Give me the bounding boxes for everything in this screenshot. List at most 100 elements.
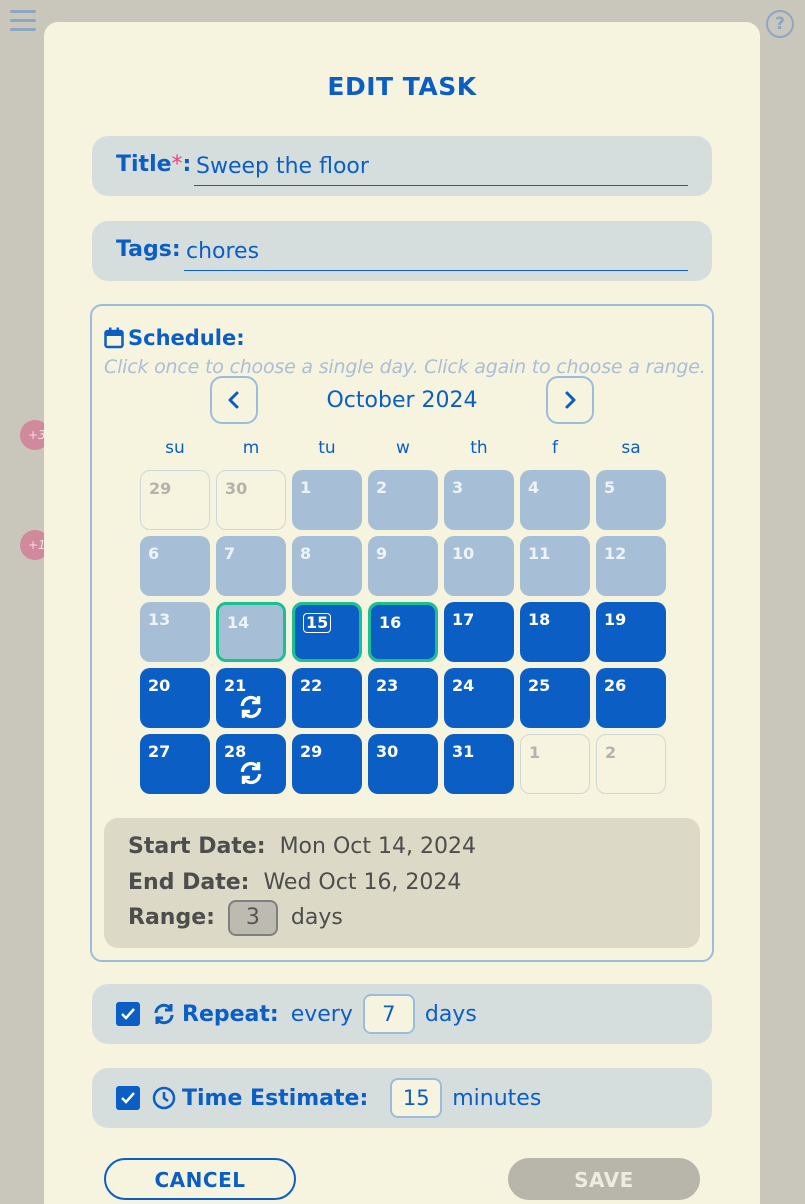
menu-icon[interactable] — [10, 10, 36, 34]
time-estimate-checkbox[interactable] — [116, 1086, 140, 1110]
calendar-day[interactable]: 6 — [140, 536, 210, 596]
calendar-day[interactable]: 15 — [292, 602, 362, 662]
schedule-title: Schedule: — [104, 326, 245, 350]
range-line: Range: 3 days — [128, 900, 343, 936]
day-number: 27 — [148, 742, 171, 761]
day-number: 5 — [604, 478, 616, 497]
calendar-day[interactable]: 11 — [520, 536, 590, 596]
title-field: Title*: — [92, 136, 712, 196]
time-estimate-unit: minutes — [452, 1085, 542, 1111]
day-number: 11 — [528, 544, 551, 563]
calendar-day[interactable]: 16 — [368, 602, 438, 662]
calendar-day[interactable]: 13 — [140, 602, 210, 662]
day-number: 2 — [605, 743, 617, 762]
calendar-day[interactable]: 17 — [444, 602, 514, 662]
calendar-day[interactable]: 23 — [368, 668, 438, 728]
calendar-day[interactable]: 24 — [444, 668, 514, 728]
day-number: 10 — [452, 544, 475, 563]
repeat-icon — [240, 695, 262, 719]
calendar-day[interactable]: 25 — [520, 668, 590, 728]
day-number: 4 — [528, 478, 540, 497]
calendar-day[interactable]: 9 — [368, 536, 438, 596]
repeat-prefix: every — [290, 1001, 353, 1027]
calendar-day[interactable]: 26 — [596, 668, 666, 728]
repeat-unit: days — [424, 1001, 477, 1027]
weekday-header: m — [242, 438, 260, 458]
calendar-day[interactable]: 8 — [292, 536, 362, 596]
calendar-day[interactable]: 1 — [520, 734, 590, 794]
help-icon[interactable]: ? — [766, 10, 794, 38]
calendar-day[interactable]: 27 — [140, 734, 210, 794]
edit-task-modal: EDIT TASK Title*: Tags: Schedule: Click … — [44, 22, 760, 1204]
time-estimate-row: Time Estimate: 15 minutes — [92, 1068, 712, 1128]
repeat-label: Repeat: — [182, 1001, 279, 1027]
calendar-day[interactable]: 29 — [140, 470, 210, 530]
day-number: 16 — [379, 613, 402, 632]
weekday-header: w — [396, 438, 410, 458]
end-date-line: End Date: Wed Oct 16, 2024 — [128, 870, 462, 895]
next-month-button[interactable] — [546, 376, 594, 424]
calendar-day[interactable]: 12 — [596, 536, 666, 596]
repeat-interval-input[interactable]: 7 — [362, 994, 415, 1034]
calendar-day[interactable]: 21 — [216, 668, 286, 728]
day-number: 31 — [452, 742, 475, 761]
calendar-day[interactable]: 2 — [596, 734, 666, 794]
title-input[interactable] — [194, 148, 688, 186]
calendar-day[interactable]: 10 — [444, 536, 514, 596]
range-summary: Start Date: Mon Oct 14, 2024 End Date: W… — [104, 818, 700, 948]
time-estimate-label: Time Estimate: — [182, 1085, 369, 1111]
repeat-row: Repeat: every 7 days — [92, 984, 712, 1044]
calendar-day[interactable]: 19 — [596, 602, 666, 662]
calendar-day[interactable]: 2 — [368, 470, 438, 530]
day-number: 1 — [300, 478, 312, 497]
tags-input[interactable] — [184, 233, 688, 271]
day-number: 15 — [303, 613, 332, 633]
calendar-day[interactable]: 14 — [216, 602, 286, 662]
tags-label: Tags: — [116, 237, 181, 262]
day-number: 28 — [224, 742, 247, 761]
day-number: 8 — [300, 544, 312, 563]
repeat-checkbox[interactable] — [116, 1002, 140, 1026]
schedule-label: Schedule: — [128, 326, 245, 350]
calendar-day[interactable]: 31 — [444, 734, 514, 794]
calendar-day[interactable]: 3 — [444, 470, 514, 530]
month-label: October 2024 — [326, 388, 478, 413]
day-number: 29 — [300, 742, 323, 761]
calendar-day[interactable]: 7 — [216, 536, 286, 596]
time-estimate-input[interactable]: 15 — [390, 1078, 443, 1118]
calendar-day[interactable]: 30 — [368, 734, 438, 794]
day-number: 2 — [376, 478, 388, 497]
save-button[interactable]: SAVE — [508, 1158, 700, 1200]
calendar-day[interactable]: 5 — [596, 470, 666, 530]
day-number: 26 — [604, 676, 627, 695]
modal-title: EDIT TASK — [327, 72, 477, 101]
calendar-day[interactable]: 1 — [292, 470, 362, 530]
schedule-section: Schedule: Click once to choose a single … — [90, 304, 714, 962]
calendar-icon — [104, 327, 124, 349]
prev-month-button[interactable] — [210, 376, 258, 424]
repeat-icon — [240, 761, 262, 785]
calendar-day[interactable]: 29 — [292, 734, 362, 794]
calendar-day[interactable]: 22 — [292, 668, 362, 728]
day-number: 19 — [604, 610, 627, 629]
weekday-header: f — [552, 438, 558, 458]
day-number: 30 — [225, 479, 248, 498]
day-number: 3 — [452, 478, 464, 497]
day-number: 12 — [604, 544, 627, 563]
cancel-button[interactable]: CANCEL — [104, 1158, 296, 1200]
day-number: 29 — [149, 479, 172, 498]
repeat-icon — [154, 1003, 174, 1025]
calendar-day[interactable]: 20 — [140, 668, 210, 728]
day-number: 13 — [148, 610, 171, 629]
calendar-day[interactable]: 18 — [520, 602, 590, 662]
weekday-header: th — [470, 438, 488, 458]
chevron-left-icon — [228, 391, 239, 409]
calendar-day[interactable]: 28 — [216, 734, 286, 794]
weekday-header: su — [165, 438, 185, 458]
day-number: 20 — [148, 676, 171, 695]
check-icon — [121, 1008, 135, 1020]
calendar-day[interactable]: 30 — [216, 470, 286, 530]
title-label: Title*: — [116, 152, 192, 177]
day-number: 25 — [528, 676, 551, 695]
calendar-day[interactable]: 4 — [520, 470, 590, 530]
